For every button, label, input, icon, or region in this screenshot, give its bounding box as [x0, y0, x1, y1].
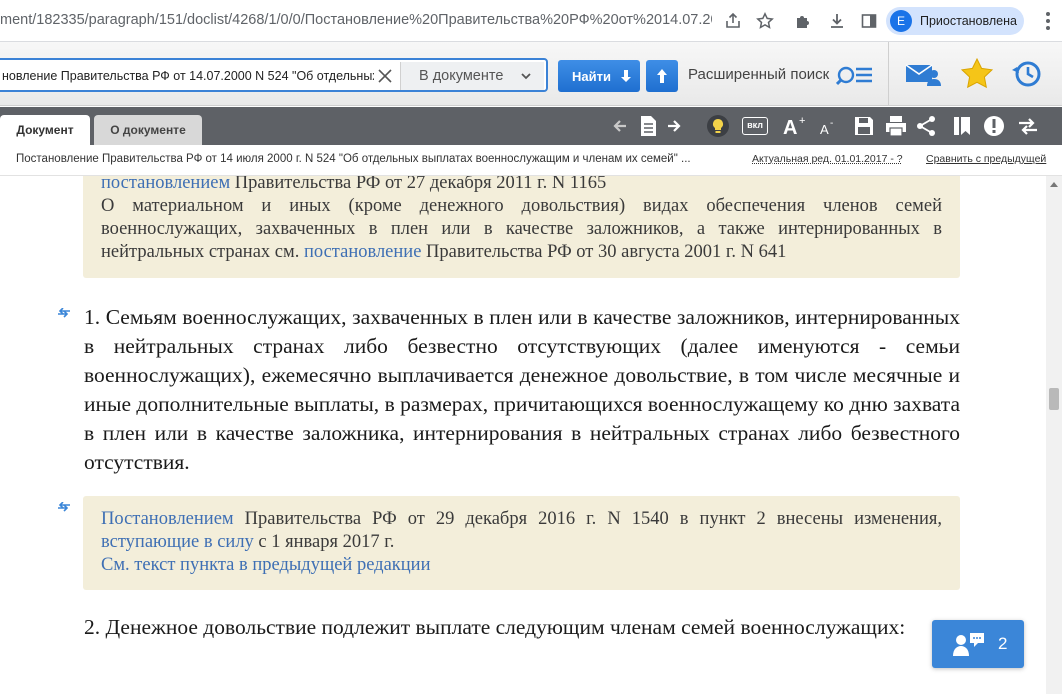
- profile-chip[interactable]: E Приостановлена: [886, 7, 1024, 35]
- toolbar-divider: [888, 42, 889, 106]
- note-paragraph: О материальном и иных (кроме денежного д…: [101, 195, 942, 264]
- forward-arrow-icon[interactable]: [662, 114, 686, 138]
- document-info-line: Постановление Правительства РФ от 14 июл…: [0, 145, 1062, 176]
- arrows-marker-icon[interactable]: [57, 502, 71, 512]
- note-box-edition: Постановлением Правительства РФ от 29 де…: [83, 496, 960, 590]
- share-nodes-icon[interactable]: [914, 114, 938, 138]
- note-line: постановлением Правительства РФ от 27 де…: [101, 176, 942, 195]
- browser-address-bar: ment/182335/paragraph/151/doclist/4268/1…: [0, 0, 1062, 42]
- note-text: Правительства РФ от 29 декабря 2016 г. N…: [233, 509, 942, 529]
- mail-user-icon[interactable]: [904, 56, 942, 92]
- advanced-search-icon[interactable]: [836, 62, 874, 88]
- search-scope-label: В документе: [419, 68, 504, 84]
- profile-status-label: Приостановлена: [920, 14, 1017, 28]
- note-text: Правительства РФ от 30 августа 2001 г. N…: [421, 242, 787, 262]
- sync-arrows-icon[interactable]: [1016, 114, 1040, 138]
- info-alert-icon[interactable]: [982, 114, 1006, 138]
- favorites-star-icon[interactable]: [958, 56, 996, 92]
- advanced-search-link[interactable]: Расширенный поиск: [688, 66, 829, 83]
- arrows-marker-icon[interactable]: [57, 308, 71, 318]
- profile-avatar: E: [890, 10, 912, 32]
- arrow-up-icon: [657, 69, 667, 83]
- svg-text:-: -: [830, 118, 833, 129]
- tab-about-document[interactable]: О документе: [94, 115, 202, 145]
- search-scope-select[interactable]: В документе: [400, 62, 544, 90]
- save-disk-icon[interactable]: [852, 114, 876, 138]
- back-arrow-icon[interactable]: [608, 114, 632, 138]
- chat-users-icon: [953, 633, 984, 656]
- svg-text:+: +: [799, 115, 805, 127]
- chevron-down-icon: [521, 73, 531, 80]
- svg-text:A: A: [783, 117, 797, 138]
- lightbulb-icon[interactable]: [706, 114, 730, 138]
- note-paragraph: Постановлением Правительства РФ от 29 де…: [101, 508, 942, 554]
- bookmark-star-icon[interactable]: [754, 10, 776, 32]
- paragraph-1: 1. Семьям военнослужащих, захваченных в …: [84, 305, 960, 474]
- note-line: См. текст пункта в предыдущей редакции: [101, 554, 942, 577]
- arrow-down-icon: [621, 70, 631, 82]
- font-increase-icon[interactable]: A +: [782, 114, 810, 138]
- paragraph-2: 2. Денежное довольствие подлежит выплате…: [84, 615, 906, 639]
- scroll-up-icon[interactable]: [1050, 180, 1058, 188]
- tab-document[interactable]: Документ: [0, 115, 90, 145]
- url-text[interactable]: ment/182335/paragraph/151/doclist/4268/1…: [0, 12, 712, 28]
- browser-menu-icon[interactable]: [1038, 10, 1058, 32]
- note-link[interactable]: постановлением: [101, 176, 230, 193]
- note-text: с 1 января 2017 г.: [253, 532, 395, 552]
- compare-link[interactable]: Сравнить с предыдущей: [926, 153, 1046, 165]
- document-page-icon[interactable]: [636, 114, 660, 138]
- note-text: Правительства РФ от 27 декабря 2011 г. N…: [230, 176, 607, 193]
- toggle-on-badge[interactable]: вкл: [740, 114, 770, 138]
- extensions-puzzle-icon[interactable]: [792, 10, 814, 32]
- note-box-amendment: постановлением Правительства РФ от 27 де…: [83, 176, 960, 278]
- document-content: постановлением Правительства РФ от 27 де…: [0, 176, 1046, 694]
- clear-search-icon[interactable]: [374, 65, 396, 87]
- scrollbar-thumb[interactable]: [1049, 388, 1059, 410]
- font-decrease-icon[interactable]: A-: [816, 114, 840, 138]
- svg-text:A: A: [820, 122, 829, 137]
- find-button-label: Найти: [572, 68, 611, 84]
- scrollbar[interactable]: [1046, 176, 1062, 694]
- find-button[interactable]: Найти: [558, 60, 640, 92]
- find-previous-button[interactable]: [646, 60, 678, 92]
- edition-link[interactable]: Актуальная ред. 01.01.2017 - ?: [752, 153, 903, 165]
- note-link[interactable]: вступающие в силу: [101, 532, 254, 552]
- note-link[interactable]: постановление: [304, 242, 421, 262]
- chat-widget-button[interactable]: 2: [932, 620, 1024, 668]
- share-icon[interactable]: [722, 10, 744, 32]
- note-link[interactable]: Постановлением: [101, 509, 234, 529]
- search-input[interactable]: [2, 65, 374, 87]
- chat-count-badge: 2: [998, 634, 1008, 653]
- print-icon[interactable]: [884, 114, 908, 138]
- download-icon[interactable]: [826, 10, 848, 32]
- document-title[interactable]: Постановление Правительства РФ от 14 июл…: [16, 153, 730, 165]
- search-box: В документе: [0, 58, 548, 92]
- toggle-on-label: вкл: [747, 120, 763, 130]
- history-icon[interactable]: [1008, 56, 1046, 92]
- search-toolbar: В документе Найти Расширенный поиск: [0, 42, 1062, 106]
- previous-edition-link[interactable]: См. текст пункта в предыдущей редакции: [101, 555, 430, 575]
- document-tab-bar: Документ О документе вкл A + A-: [0, 107, 1062, 145]
- side-panel-icon[interactable]: [858, 10, 880, 32]
- bookmark-book-icon[interactable]: [950, 114, 974, 138]
